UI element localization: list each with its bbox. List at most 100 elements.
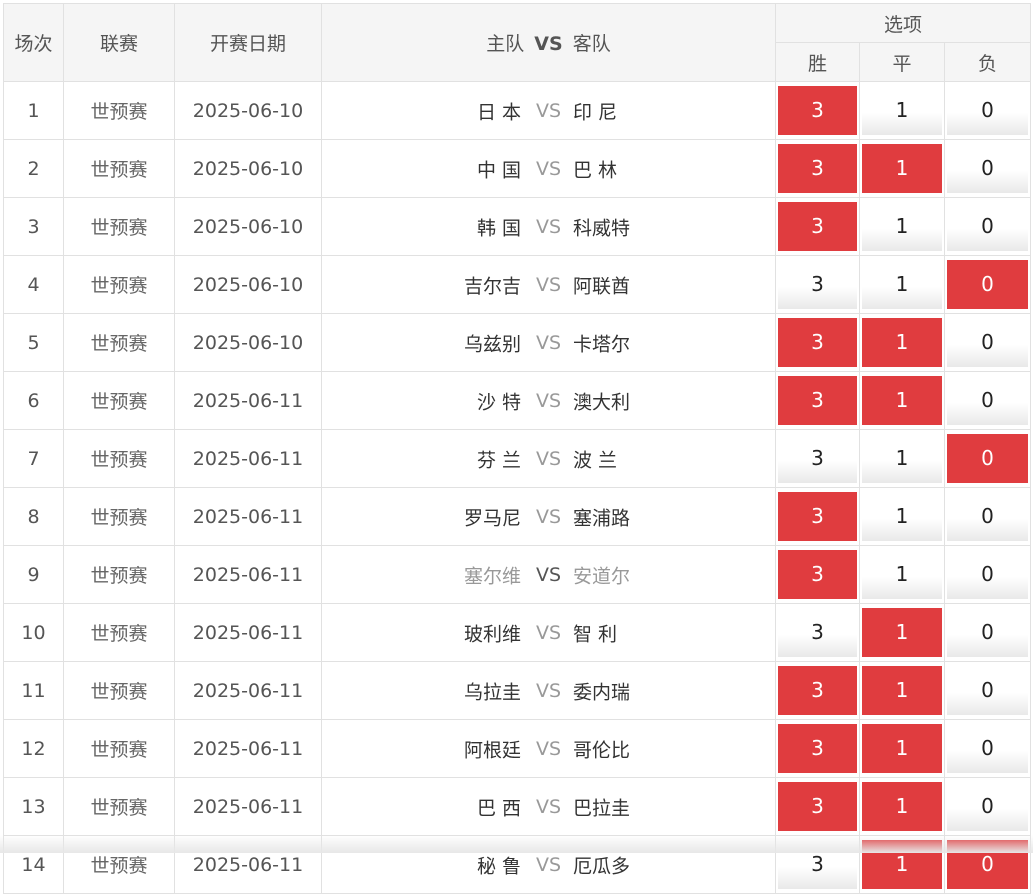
option-win-button[interactable]: 3 — [778, 202, 857, 251]
table-row: 4 世预赛 2025-06-10 吉尔吉 VS 阿联酋 3 1 0 — [3, 255, 1032, 314]
option-win-button[interactable]: 3 — [778, 724, 857, 773]
away-team: 安道尔 — [573, 565, 631, 587]
vs-label: VS — [536, 853, 562, 876]
table-row: 8 世预赛 2025-06-11 罗马尼 VS 塞浦路 3 1 0 — [3, 487, 1032, 546]
option-lose-button[interactable]: 0 — [947, 376, 1029, 425]
option-draw-button[interactable]: 1 — [862, 782, 942, 831]
away-team: 波 兰 — [573, 449, 618, 471]
option-lose-button[interactable]: 0 — [947, 144, 1029, 193]
option-win-button[interactable]: 3 — [778, 318, 857, 367]
option-lose-cell: 0 — [943, 545, 1032, 604]
match-teams: 阿根廷 VS 哥伦比 — [321, 719, 776, 778]
match-teams: 塞尔维 VS 安道尔 — [321, 545, 776, 604]
option-draw-button[interactable]: 1 — [862, 202, 942, 251]
option-draw-button[interactable]: 1 — [862, 434, 942, 483]
match-league: 世预赛 — [63, 139, 175, 198]
option-draw-button[interactable]: 1 — [862, 260, 942, 309]
option-draw-cell: 1 — [859, 429, 945, 488]
option-win-cell: 3 — [775, 81, 860, 140]
table-header: 场次 联赛 开赛日期 主队 VS 客队 选项 胜 平 负 — [3, 3, 1032, 82]
vs-label: VS — [536, 737, 562, 760]
home-team: 秘 鲁 — [476, 855, 521, 877]
away-team: 厄瓜多 — [573, 855, 631, 877]
option-lose-button[interactable]: 0 — [947, 318, 1029, 367]
option-draw-button[interactable]: 1 — [862, 86, 942, 135]
option-win-button[interactable]: 3 — [778, 782, 857, 831]
away-team: 科威特 — [573, 217, 631, 239]
match-teams: 沙 特 VS 澳大利 — [321, 371, 776, 430]
match-teams: 罗马尼 VS 塞浦路 — [321, 487, 776, 546]
home-team: 沙 特 — [476, 391, 521, 413]
away-team: 巴拉圭 — [573, 797, 631, 819]
option-win-button[interactable]: 3 — [778, 550, 857, 599]
home-team: 阿根廷 — [463, 739, 521, 761]
match-league: 世预赛 — [63, 545, 175, 604]
option-lose-button[interactable]: 0 — [947, 86, 1029, 135]
header-option-lose: 负 — [943, 42, 1032, 82]
match-index: 10 — [3, 603, 64, 662]
match-date: 2025-06-10 — [174, 255, 322, 314]
option-win-button[interactable]: 3 — [778, 608, 857, 657]
vs-label: VS — [536, 273, 562, 296]
option-lose-cell: 0 — [943, 313, 1032, 372]
option-draw-button[interactable]: 1 — [862, 608, 942, 657]
option-lose-button[interactable]: 0 — [947, 608, 1029, 657]
header-option-draw: 平 — [859, 42, 945, 82]
away-team: 塞浦路 — [573, 507, 631, 529]
option-lose-button[interactable]: 0 — [947, 724, 1029, 773]
table-row: 2 世预赛 2025-06-10 中 国 VS 巴 林 310 — [3, 139, 1032, 198]
option-win-button[interactable]: 3 — [778, 144, 857, 193]
away-team: 卡塔尔 — [573, 333, 631, 355]
match-league: 世预赛 — [63, 255, 175, 314]
option-draw-button[interactable]: 1 — [862, 724, 942, 773]
option-lose-button[interactable]: 0 — [947, 202, 1029, 251]
away-team: 巴 林 — [573, 159, 618, 181]
match-index: 5 — [3, 313, 64, 372]
option-lose-cell: 0 — [943, 81, 1032, 140]
option-lose-cell: 0 — [943, 197, 1032, 256]
header-vs: VS — [534, 33, 563, 55]
option-draw-button[interactable]: 1 — [862, 318, 942, 367]
option-win-button[interactable]: 3 — [778, 260, 857, 309]
option-win-button[interactable]: 3 — [778, 86, 857, 135]
option-draw-button[interactable]: 1 — [862, 550, 942, 599]
match-index: 3 — [3, 197, 64, 256]
option-win-button[interactable]: 3 — [778, 376, 857, 425]
table-row: 5 世预赛 2025-06-10 乌兹别 VS 卡塔尔 3 1 0 — [3, 313, 1032, 372]
header-home: 主队 — [486, 33, 525, 55]
option-lose-button[interactable]: 0 — [947, 434, 1029, 483]
match-date: 2025-06-11 — [174, 603, 322, 662]
away-team: 哥伦比 — [573, 739, 631, 761]
option-lose-button[interactable]: 0 — [947, 666, 1029, 715]
option-draw-button[interactable]: 1 — [862, 666, 942, 715]
option-win-button[interactable]: 3 — [778, 434, 857, 483]
table-body: 1 世预赛 2025-06-10 日 本 VS 印 尼 3 1 0 2 世预赛 2025-06-10 中… — [3, 81, 1032, 894]
option-win-cell: 3 — [775, 313, 860, 372]
option-lose-cell: 0 — [943, 603, 1032, 662]
home-team: 塞尔维 — [463, 565, 521, 587]
option-lose-button[interactable]: 0 — [947, 260, 1029, 309]
home-team: 罗马尼 — [463, 507, 521, 529]
table-row: 1 世预赛 2025-06-10 日 本 VS 印 尼310 — [3, 81, 1032, 140]
option-lose-button[interactable]: 0 — [947, 782, 1029, 831]
option-win-button[interactable]: 3 — [778, 492, 857, 541]
option-win-cell: 3 — [775, 197, 860, 256]
match-date: 2025-06-11 — [174, 777, 322, 836]
match-date: 2025-06-11 — [174, 545, 322, 604]
home-team: 巴 西 — [476, 797, 521, 819]
option-win-button[interactable]: 3 — [778, 666, 857, 715]
match-index: 4 — [3, 255, 64, 314]
table-row: 12 世预赛 2025-06-11 阿根廷 VS 哥伦比 3 1 0 — [3, 719, 1032, 778]
match-index: 7 — [3, 429, 64, 488]
option-draw-button[interactable]: 1 — [862, 144, 942, 193]
match-league: 世预赛 — [63, 81, 175, 140]
match-date: 2025-06-11 — [174, 661, 322, 720]
table-row: 11 世预赛 2025-06-11 乌拉圭 VS 委内瑞 3 1 0 — [3, 661, 1032, 720]
match-index: 13 — [3, 777, 64, 836]
option-draw-cell: 1 — [859, 719, 945, 778]
option-lose-button[interactable]: 0 — [947, 550, 1029, 599]
option-draw-button[interactable]: 1 — [862, 492, 942, 541]
option-draw-button[interactable]: 1 — [862, 376, 942, 425]
match-teams: 乌拉圭 VS 委内瑞 — [321, 661, 776, 720]
option-lose-button[interactable]: 0 — [947, 492, 1029, 541]
